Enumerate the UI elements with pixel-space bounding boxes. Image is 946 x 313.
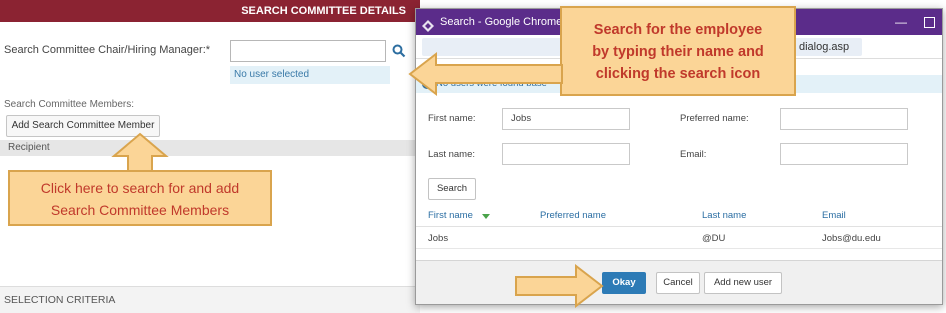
callout-line: Search Committee Members — [50, 202, 230, 218]
cell-first-name: Jobs — [428, 233, 449, 244]
cell-last-name: @DU — [702, 233, 726, 244]
callout-line: Search for the employee — [593, 22, 763, 38]
members-label: Search Committee Members: — [4, 99, 135, 110]
no-user-selected-note: No user selected — [230, 66, 390, 84]
dialog-footer: Okay Cancel Add new user — [416, 260, 942, 304]
search-button[interactable]: Search — [428, 178, 476, 200]
last-name-label: Last name: — [428, 149, 475, 160]
cancel-button[interactable]: Cancel — [656, 272, 700, 294]
minimize-icon[interactable]: — — [894, 9, 908, 35]
search-employee-callout: Search for the employee by typing their … — [560, 6, 796, 96]
email-input[interactable] — [780, 143, 908, 165]
search-icon[interactable] — [392, 44, 406, 58]
selection-criteria-bar: SELECTION CRITERIA — [0, 286, 420, 313]
callout-line: Click here to search for and add — [40, 180, 240, 196]
callout-line: clicking the search icon — [595, 66, 761, 82]
last-name-input[interactable] — [502, 143, 630, 165]
left-arrow-icon — [408, 51, 563, 97]
okay-button[interactable]: Okay — [602, 272, 646, 294]
add-members-callout: Click here to search for and add Search … — [8, 170, 272, 226]
col-last-name[interactable]: Last name — [702, 210, 746, 221]
section-title: SEARCH COMMITTEE DETAILS — [241, 5, 406, 17]
url-text: dialog.asp — [799, 41, 850, 53]
preferred-name-label: Preferred name: — [680, 113, 749, 124]
table-row[interactable]: Jobs @DU Jobs@du.edu — [416, 227, 942, 249]
cell-email: Jobs@du.edu — [822, 233, 881, 244]
results-header-row: First name Preferred name Last name Emai… — [416, 205, 942, 227]
selection-criteria-label: SELECTION CRITERIA — [4, 294, 116, 306]
dialog-window-title: Search - Google Chrome — [440, 16, 563, 28]
col-preferred-name[interactable]: Preferred name — [540, 210, 606, 221]
recipient-header: Recipient — [0, 140, 420, 156]
right-arrow-icon — [515, 264, 604, 308]
col-first-name[interactable]: First name — [428, 210, 473, 221]
up-arrow-icon — [111, 132, 169, 172]
first-name-input[interactable]: Jobs — [502, 108, 630, 130]
email-label: Email: — [680, 149, 707, 160]
chair-search-input[interactable] — [230, 40, 386, 62]
first-name-label: First name: — [428, 113, 476, 124]
add-new-user-button[interactable]: Add new user — [704, 272, 782, 294]
col-email[interactable]: Email — [822, 210, 846, 221]
sort-down-icon — [482, 214, 490, 219]
chair-label: Search Committee Chair/Hiring Manager:* — [4, 44, 211, 56]
chrome-icon — [422, 16, 434, 32]
maximize-icon[interactable] — [924, 17, 935, 28]
section-header: SEARCH COMMITTEE DETAILS — [0, 0, 420, 22]
callout-line: by typing their name and — [592, 44, 764, 60]
recipient-header-label: Recipient — [8, 142, 50, 153]
preferred-name-input[interactable] — [780, 108, 908, 130]
